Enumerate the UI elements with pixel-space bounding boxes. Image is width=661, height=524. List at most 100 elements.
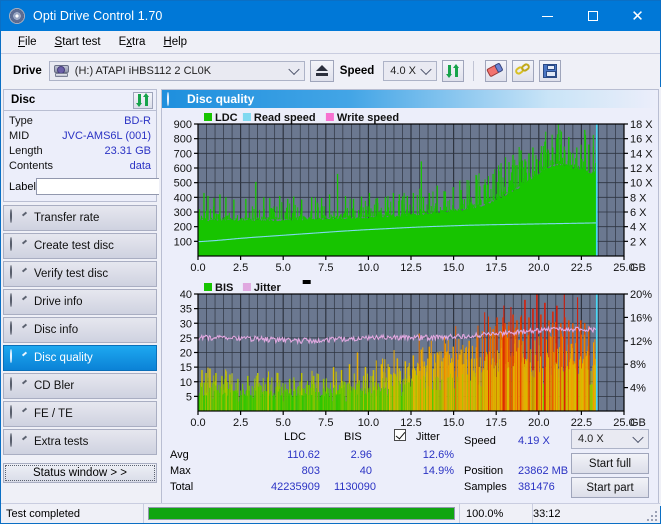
- svg-text:15.0: 15.0: [443, 417, 464, 429]
- disc-row-mid: MID JVC-AMS6L (001): [9, 129, 151, 144]
- svg-text:16%: 16%: [630, 312, 652, 324]
- drive-select[interactable]: (H:) ATAPI iHBS112 2 CL0K: [48, 60, 305, 81]
- svg-text:22.5: 22.5: [571, 262, 592, 274]
- save-button[interactable]: [539, 59, 562, 82]
- svg-text:Jitter: Jitter: [254, 282, 282, 294]
- svg-text:20%: 20%: [630, 289, 652, 301]
- stats-panel: LDC BIS Avg 110.62 2.96 Max 803 40 Total…: [162, 429, 658, 503]
- svg-text:800: 800: [174, 134, 192, 146]
- drive-label: Drive: [13, 64, 42, 77]
- minimize-icon: [542, 15, 553, 17]
- start-part-button[interactable]: Start part: [571, 477, 649, 498]
- settings-button[interactable]: [512, 59, 535, 82]
- status-window-button[interactable]: Status window > >: [3, 463, 157, 483]
- main-body: Disc Type BD-R MID JVC-AMS6L (001) Lengt…: [1, 87, 661, 506]
- stats-avg-ldc: 110.62: [287, 449, 320, 461]
- eject-button[interactable]: [309, 59, 334, 82]
- svg-text:20: 20: [180, 348, 192, 360]
- jitter-checkbox[interactable]: [394, 429, 406, 444]
- disc-row-value: JVC-AMS6L (001): [62, 130, 151, 142]
- stats-row-total: Total: [170, 481, 194, 493]
- sidebar-item-extra-tests[interactable]: Extra tests: [3, 429, 157, 455]
- disc-icon: [10, 265, 28, 282]
- ldc-chart: LDC Read speed Write speed 100 200 300 400 500 6…: [174, 112, 654, 274]
- refresh-icon: [136, 93, 150, 107]
- app-window: Opti Drive Control 1.70 ✕ FFileile Start…: [0, 0, 661, 524]
- svg-text:LDC: LDC: [215, 112, 238, 124]
- content-area: Disc quality LDC Read speed Write speed 100…: [159, 87, 661, 506]
- menu-bar: FFileile Start test Extra Help: [1, 31, 660, 54]
- save-icon: [543, 63, 558, 78]
- svg-text:15: 15: [180, 362, 192, 374]
- sidebar-item-label: Verify test disc: [34, 268, 109, 280]
- svg-text:17.5: 17.5: [485, 417, 506, 429]
- speed-select[interactable]: 4.0 X: [383, 60, 438, 81]
- menu-file[interactable]: FFileile: [9, 33, 46, 51]
- progress-section: [143, 504, 459, 523]
- sidebar-item-cd-bler[interactable]: CD Bler: [3, 373, 157, 399]
- page-title: Disc quality: [187, 92, 255, 106]
- bis-chart: BIS Jitter 5 10 15 20 25 30 35 40 4% 8% 12% 16% 20% 0.0…: [180, 280, 652, 429]
- stats-total-ldc: 42235909: [271, 481, 320, 493]
- sidebar-item-drive-info[interactable]: Drive info: [3, 289, 157, 315]
- erase-button[interactable]: [485, 59, 508, 82]
- jitter-max: 14.9%: [422, 465, 454, 477]
- menu-start-test[interactable]: Start test: [46, 33, 110, 51]
- chevron-down-icon: [288, 63, 300, 75]
- menu-extra[interactable]: Extra: [110, 33, 155, 51]
- start-full-button[interactable]: Start full: [571, 453, 649, 474]
- sidebar-item-label: FE / TE: [34, 408, 73, 420]
- disc-info-rows: Type BD-R MID JVC-AMS6L (001) Length 23.…: [4, 111, 238, 201]
- disc-icon: [10, 293, 28, 310]
- test-speed-select[interactable]: 4.0 X: [571, 429, 649, 449]
- svg-text:5.0: 5.0: [276, 417, 291, 429]
- menu-help[interactable]: Help: [154, 33, 196, 51]
- sidebar-item-verify-test-disc[interactable]: Verify test disc: [3, 261, 157, 287]
- close-button[interactable]: ✕: [615, 1, 660, 31]
- sidebar-item-transfer-rate[interactable]: Transfer rate: [3, 205, 157, 231]
- progress-bar: [148, 507, 455, 520]
- stats-max-bis: 40: [359, 465, 372, 477]
- sidebar-item-disc-info[interactable]: Disc info: [3, 317, 157, 343]
- sidebar-item-label: CD Bler: [34, 380, 75, 392]
- sidebar-item-fe-te[interactable]: FE / TE: [3, 401, 157, 427]
- svg-text:900: 900: [174, 119, 192, 131]
- svg-text:0.0: 0.0: [190, 262, 205, 274]
- svg-text:700: 700: [174, 148, 192, 160]
- svg-text:12.5: 12.5: [400, 262, 421, 274]
- disc-icon: [10, 349, 28, 366]
- svg-text:2.5: 2.5: [233, 262, 248, 274]
- speed-label: Speed: [339, 64, 375, 77]
- eraser-icon: [486, 61, 506, 79]
- disc-icon: [10, 237, 28, 254]
- disc-row-type: Type BD-R: [9, 114, 151, 129]
- svg-text:0.0: 0.0: [190, 417, 205, 429]
- start-full-label: Start full: [588, 457, 632, 470]
- window-title: Opti Drive Control 1.70: [33, 9, 163, 23]
- svg-text:500: 500: [174, 178, 192, 190]
- nav-list: Transfer rate Create test disc Verify te…: [3, 205, 157, 455]
- stats-max-ldc: 803: [301, 465, 320, 477]
- stats-samples-label: Samples: [464, 481, 507, 493]
- test-speed-value: 4.0 X: [578, 433, 604, 445]
- svg-text:30: 30: [180, 318, 192, 330]
- chevron-down-icon: [420, 63, 432, 75]
- disc-refresh-button[interactable]: [133, 91, 153, 109]
- disc-row-value: 23.31 GB: [104, 145, 151, 157]
- sidebar-item-disc-quality[interactable]: Disc quality: [3, 345, 157, 371]
- resize-grip[interactable]: [647, 511, 657, 521]
- maximize-button[interactable]: [570, 1, 615, 31]
- stats-speed-value: 4.19 X: [518, 435, 550, 447]
- disc-icon: [10, 405, 28, 422]
- minimize-button[interactable]: [525, 1, 570, 31]
- sidebar-item-label: Extra tests: [34, 436, 89, 448]
- refresh-button[interactable]: [442, 59, 465, 82]
- disc-info-panel: Disc Type BD-R MID JVC-AMS6L (001) Lengt…: [3, 89, 238, 202]
- svg-text:Write speed: Write speed: [337, 112, 399, 124]
- svg-text:17.5: 17.5: [485, 262, 506, 274]
- sidebar-item-create-test-disc[interactable]: Create test disc: [3, 233, 157, 259]
- chevron-down-icon: [632, 431, 644, 444]
- panel-header: Disc quality: [162, 90, 658, 108]
- svg-text:18 X: 18 X: [630, 119, 653, 131]
- disc-row-key: Length: [9, 145, 43, 157]
